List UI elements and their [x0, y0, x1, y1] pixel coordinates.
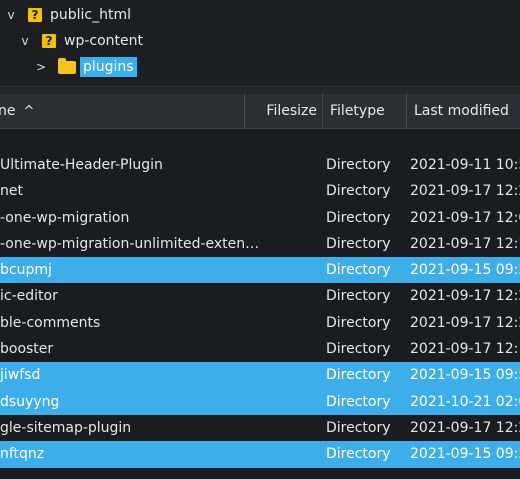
row-filename: ic-editor: [0, 288, 58, 305]
row-filetype: Directory: [326, 393, 391, 410]
row-filetype: Directory: [326, 341, 391, 358]
row-filename: net: [0, 183, 23, 200]
row-filename: Ultimate-Header-Plugin: [0, 157, 163, 173]
tree-item-label: wp-content: [64, 33, 143, 49]
column-header-last-modified[interactable]: Last modified: [414, 94, 520, 128]
table-row[interactable]: gle-sitemap-plugin Directory 2021-09-17 …: [0, 415, 520, 441]
table-row[interactable]: net Directory 2021-09-17 12:2: [0, 178, 520, 204]
row-filetype: Directory: [326, 262, 391, 279]
column-header-filetype[interactable]: Filetype: [330, 94, 406, 128]
row-filetype: Directory: [326, 183, 391, 200]
table-row[interactable]: -one-wp-migration-unlimited-exten… Direc…: [0, 231, 520, 257]
chevron-down-icon[interactable]: v: [4, 8, 18, 22]
table-row-selected[interactable]: bcupmj Directory 2021-09-15 09:5: [0, 257, 520, 284]
row-filename: dsuyyng: [0, 393, 60, 410]
row-last-modified: 2021-09-11 10:5: [410, 157, 520, 173]
row-last-modified: 2021-09-17 12:1: [410, 341, 520, 358]
column-header-filename[interactable]: ne ^: [0, 94, 238, 128]
tree-item-wp-content[interactable]: v ? wp-content: [18, 28, 143, 54]
tree-item-public-html[interactable]: v ? public_html: [4, 2, 131, 28]
row-last-modified: 2021-09-17 12:1: [410, 235, 520, 252]
row-last-modified: 2021-10-21 02:0: [410, 393, 520, 410]
row-last-modified: 2021-09-17 12:0: [410, 209, 520, 226]
row-filename: ble-comments: [0, 314, 101, 331]
table-row[interactable]: booster Directory 2021-09-17 12:1: [0, 336, 520, 362]
tree-item-label: public_html: [50, 7, 132, 23]
directory-tree: v ? public_html v ? wp-content > plugins: [0, 0, 520, 86]
row-last-modified: 2021-09-15 09:5: [410, 262, 520, 279]
row-last-modified: 2021-09-15 09:5: [410, 446, 520, 463]
unknown-folder-icon: ?: [28, 8, 42, 22]
row-last-modified: 2021-09-15 09:5: [410, 367, 520, 384]
file-list-header: ne ^ Filesize Filetype Last modified: [0, 94, 520, 129]
row-filename: gle-sitemap-plugin: [0, 419, 132, 436]
chevron-right-icon[interactable]: >: [34, 60, 48, 74]
unknown-folder-icon: ?: [42, 34, 56, 48]
table-row[interactable]: -one-wp-migration Directory 2021-09-17 1…: [0, 205, 520, 231]
row-filetype: Directory: [326, 419, 391, 436]
row-filetype: Directory: [326, 367, 391, 384]
row-filetype: Directory: [326, 446, 391, 463]
row-filetype: Directory: [326, 288, 391, 305]
tree-item-label: plugins: [80, 57, 137, 77]
table-row-selected[interactable]: nftqnz Directory 2021-09-15 09:5: [0, 441, 520, 468]
table-row-selected[interactable]: jiwfsd Directory 2021-09-15 09:5: [0, 362, 520, 389]
row-filename: booster: [0, 341, 54, 358]
column-divider[interactable]: [322, 94, 323, 128]
column-header-filesize[interactable]: Filesize: [244, 94, 319, 128]
table-row[interactable]: ic-editor Directory 2021-09-17 12:2: [0, 283, 520, 309]
tree-item-plugins[interactable]: > plugins: [34, 54, 137, 80]
row-filetype: Directory: [326, 314, 391, 331]
row-filename: bcupmj: [0, 262, 52, 279]
row-last-modified: 2021-09-17 12:2: [410, 183, 520, 200]
row-filetype: Directory: [326, 157, 391, 173]
folder-icon: [58, 57, 76, 74]
row-filename: -one-wp-migration: [0, 209, 130, 226]
table-row-selected[interactable]: dsuyyng Directory 2021-10-21 02:0: [0, 388, 520, 415]
column-divider[interactable]: [406, 94, 407, 128]
row-last-modified: 2021-09-17 12:2: [410, 419, 520, 436]
file-list: Ultimate-Header-Plugin Directory 2021-09…: [0, 152, 520, 468]
row-filename: jiwfsd: [0, 367, 41, 384]
sort-ascending-icon: ^: [23, 103, 35, 119]
table-row[interactable]: Ultimate-Header-Plugin Directory 2021-09…: [0, 152, 520, 178]
row-last-modified: 2021-09-17 12:2: [410, 288, 520, 305]
chevron-down-icon[interactable]: v: [18, 34, 32, 48]
table-row[interactable]: ble-comments Directory 2021-09-17 12:2: [0, 310, 520, 336]
row-filename: -one-wp-migration-unlimited-exten…: [0, 235, 260, 252]
row-filetype: Directory: [326, 235, 391, 252]
row-filetype: Directory: [326, 209, 391, 226]
row-last-modified: 2021-09-17 12:2: [410, 314, 520, 331]
row-filename: nftqnz: [0, 446, 45, 463]
